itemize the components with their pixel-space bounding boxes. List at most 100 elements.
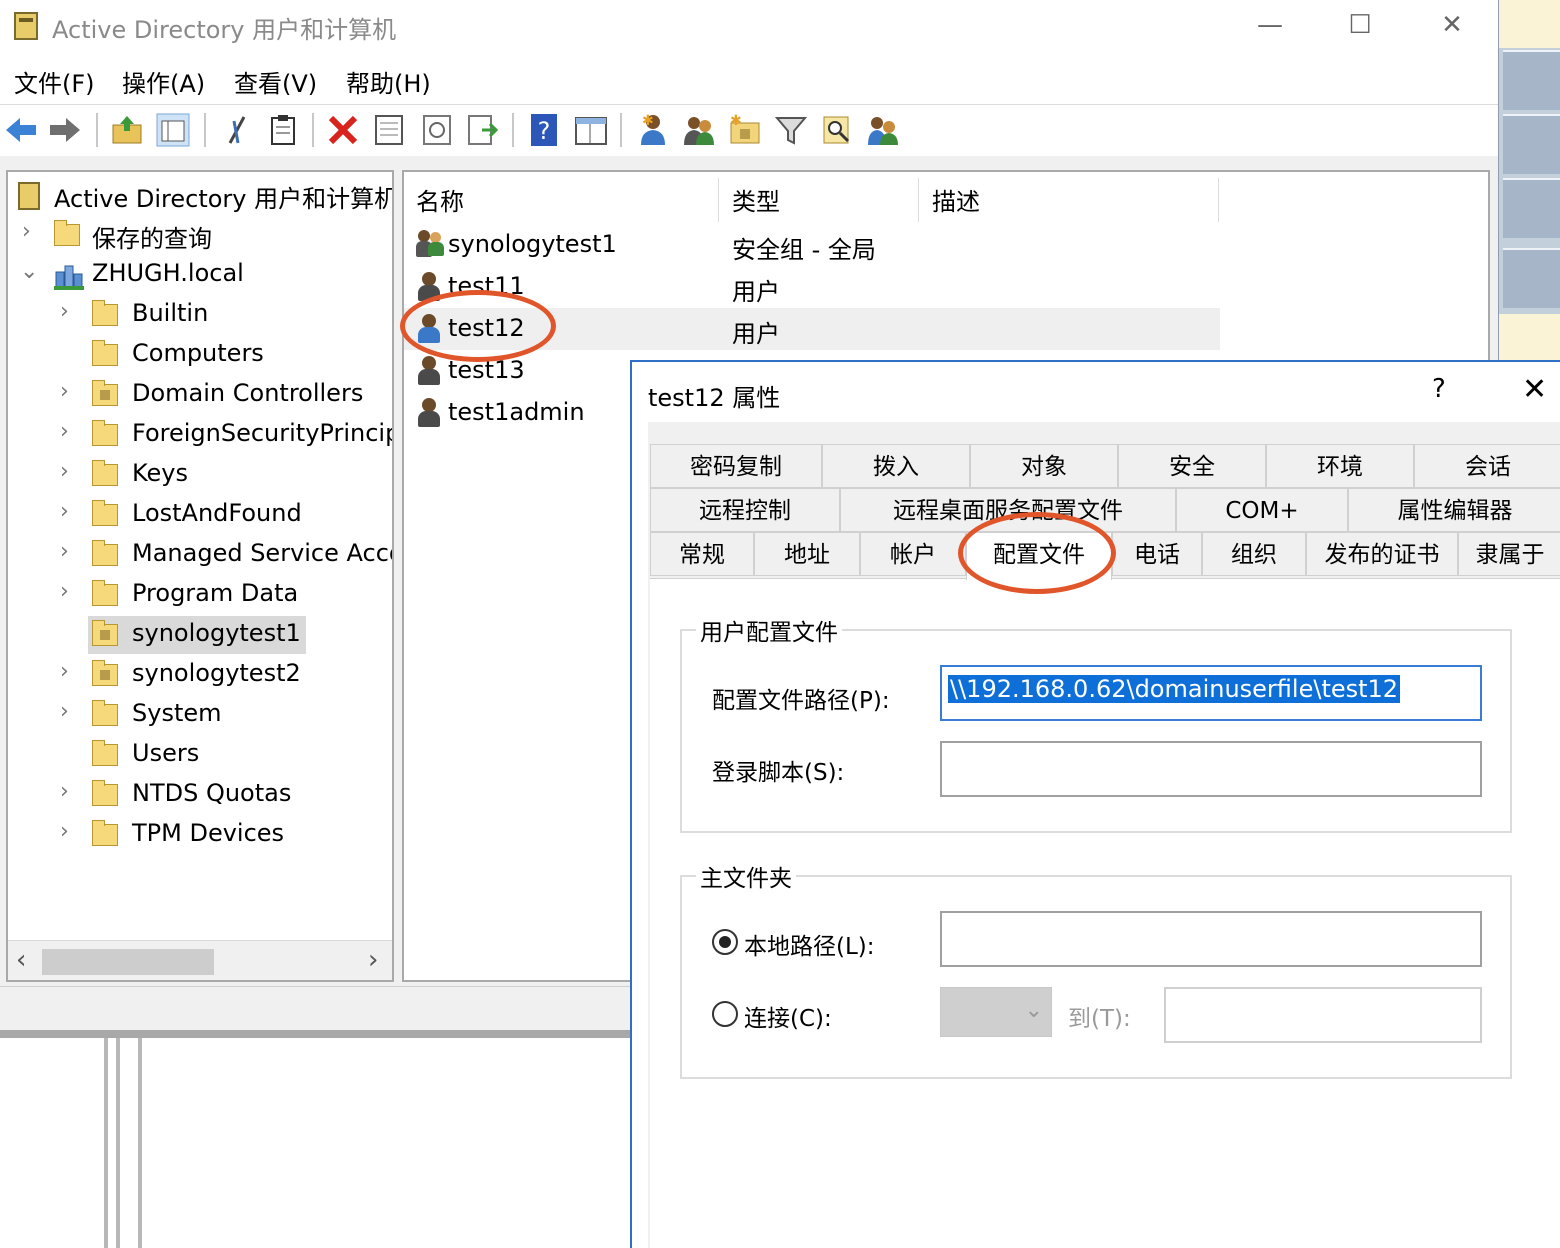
tab-member-of[interactable]: 隶属于 — [1458, 532, 1560, 576]
expand-chevron-icon[interactable]: › — [22, 221, 40, 243]
menu-bar: 文件(F) 操作(A) 查看(V) 帮助(H) — [0, 56, 1498, 102]
tree-item-label: Managed Service Accounts — [132, 539, 392, 567]
console-icon[interactable] — [574, 113, 608, 147]
tree-item-builtin[interactable]: › Builtin — [8, 296, 392, 334]
tree-item-program-data[interactable]: › Program Data — [8, 576, 392, 614]
refresh-icon[interactable] — [420, 113, 454, 147]
tab-environment[interactable]: 环境 — [1266, 444, 1414, 488]
tab-password-replication[interactable]: 密码复制 — [650, 444, 822, 488]
tab-published-certificates[interactable]: 发布的证书 — [1306, 532, 1458, 576]
properties-icon[interactable] — [372, 113, 406, 147]
scroll-left-icon[interactable]: ‹ — [16, 945, 26, 975]
tree-item-synologytest2[interactable]: › synologytest2 — [8, 656, 392, 694]
profile-path-input[interactable]: \\192.168.0.62\domainuserfile\test12 — [940, 665, 1482, 721]
tree-item-keys[interactable]: › Keys — [8, 456, 392, 494]
tree-item-ntds-quotas[interactable]: › NTDS Quotas — [8, 776, 392, 814]
help-button[interactable]: ? — [1432, 374, 1446, 404]
help-icon[interactable]: ? — [528, 113, 562, 147]
tree-item-saved-queries[interactable]: › 保存的查询 — [8, 216, 392, 254]
tree-item-foreign-security-principals[interactable]: › ForeignSecurityPrincipals — [8, 416, 392, 454]
horizontal-scrollbar[interactable]: ‹ › — [8, 940, 392, 980]
tree-item-domain[interactable]: ⌄ ZHUGH.local — [8, 256, 392, 294]
menu-file[interactable]: 文件(F) — [14, 64, 95, 99]
tree-item-users[interactable]: Users — [8, 736, 392, 774]
tree-item-computers[interactable]: Computers — [8, 336, 392, 374]
dialog-close-button[interactable]: ✕ — [1522, 372, 1547, 407]
expand-chevron-icon[interactable]: › — [60, 501, 78, 523]
expand-chevron-icon[interactable]: › — [60, 541, 78, 563]
delete-icon[interactable] — [326, 113, 360, 147]
tree-item-label: NTDS Quotas — [132, 779, 292, 807]
expand-chevron-icon[interactable]: › — [60, 781, 78, 803]
tab-account[interactable]: 帐户 — [860, 532, 966, 576]
tree-item-tpm-devices[interactable]: › TPM Devices — [8, 816, 392, 854]
new-ou-icon[interactable]: ✱ — [728, 113, 762, 147]
maximize-button[interactable]: ☐ — [1340, 8, 1380, 42]
new-group-icon[interactable] — [682, 113, 716, 147]
minimize-button[interactable]: — — [1250, 8, 1290, 42]
forward-arrow-icon[interactable] — [48, 113, 82, 147]
connect-to-input[interactable] — [1164, 987, 1482, 1043]
tree-item-lost-and-found[interactable]: › LostAndFound — [8, 496, 392, 534]
folder-icon — [92, 340, 118, 366]
find-icon[interactable] — [820, 113, 854, 147]
filter-icon[interactable] — [774, 113, 808, 147]
cut-icon[interactable] — [220, 113, 254, 147]
column-header-type[interactable]: 类型 — [732, 182, 780, 217]
tab-remote-control[interactable]: 远程控制 — [650, 488, 840, 532]
tab-telephones[interactable]: 电话 — [1112, 532, 1202, 576]
tree-item-system[interactable]: › System — [8, 696, 392, 734]
local-path-radio[interactable] — [712, 929, 738, 955]
tab-sessions[interactable]: 会话 — [1414, 444, 1560, 488]
up-folder-icon[interactable] — [110, 113, 144, 147]
new-user-icon[interactable]: ✱ — [636, 113, 670, 147]
tree-item-label: TPM Devices — [132, 819, 285, 847]
tab-organization[interactable]: 组织 — [1202, 532, 1306, 576]
tab-security[interactable]: 安全 — [1118, 444, 1266, 488]
tab-general[interactable]: 常规 — [650, 532, 754, 576]
expand-chevron-icon[interactable]: › — [60, 581, 78, 603]
collapse-chevron-icon[interactable]: ⌄ — [20, 261, 38, 283]
add-to-group-icon[interactable] — [866, 113, 900, 147]
tree-item-synologytest1[interactable]: synologytest1 — [8, 616, 392, 654]
expand-chevron-icon[interactable]: › — [60, 461, 78, 483]
menu-view[interactable]: 查看(V) — [234, 64, 317, 99]
back-arrow-icon[interactable] — [4, 113, 38, 147]
drive-letter-select[interactable]: ⌄ — [940, 987, 1052, 1037]
scroll-right-icon[interactable]: › — [368, 945, 378, 975]
folder-icon — [92, 700, 118, 726]
column-divider[interactable] — [1218, 178, 1219, 222]
local-path-input[interactable] — [940, 911, 1482, 967]
list-item-name: test1admin — [448, 398, 585, 426]
expand-chevron-icon[interactable]: › — [60, 381, 78, 403]
tab-dial-in[interactable]: 拨入 — [822, 444, 970, 488]
tree-root[interactable]: Active Directory 用户和计算机 — [8, 176, 392, 214]
expand-chevron-icon[interactable]: › — [60, 701, 78, 723]
column-header-name[interactable]: 名称 — [416, 182, 464, 217]
export-list-icon[interactable] — [466, 113, 500, 147]
menu-help[interactable]: 帮助(H) — [346, 64, 431, 99]
group-title: 主文件夹 — [696, 859, 796, 893]
expand-chevron-icon[interactable]: › — [60, 821, 78, 843]
tree-item-domain-controllers[interactable]: › Domain Controllers — [8, 376, 392, 414]
column-header-description[interactable]: 描述 — [932, 182, 980, 217]
menu-action[interactable]: 操作(A) — [122, 64, 205, 99]
logon-script-input[interactable] — [940, 741, 1482, 797]
show-console-tree-icon[interactable] — [156, 113, 190, 147]
column-divider[interactable] — [918, 178, 919, 222]
expand-chevron-icon[interactable]: › — [60, 421, 78, 443]
list-item-type: 用户 — [732, 278, 780, 306]
connect-radio[interactable] — [712, 1001, 738, 1027]
tab-address[interactable]: 地址 — [754, 532, 860, 576]
tab-attribute-editor[interactable]: 属性编辑器 — [1348, 488, 1560, 532]
tree-item-managed-service-accounts[interactable]: › Managed Service Accounts — [8, 536, 392, 574]
column-divider[interactable] — [718, 178, 719, 222]
tab-object[interactable]: 对象 — [970, 444, 1118, 488]
tab-com-plus[interactable]: COM+ — [1176, 488, 1348, 532]
expand-chevron-icon[interactable]: › — [60, 661, 78, 683]
scrollbar-thumb[interactable] — [42, 949, 214, 975]
clipboard-icon[interactable] — [266, 113, 300, 147]
close-button[interactable]: ✕ — [1432, 8, 1472, 42]
list-row[interactable]: synologytest1 安全组 - 全局 — [404, 224, 1220, 266]
expand-chevron-icon[interactable]: › — [60, 301, 78, 323]
